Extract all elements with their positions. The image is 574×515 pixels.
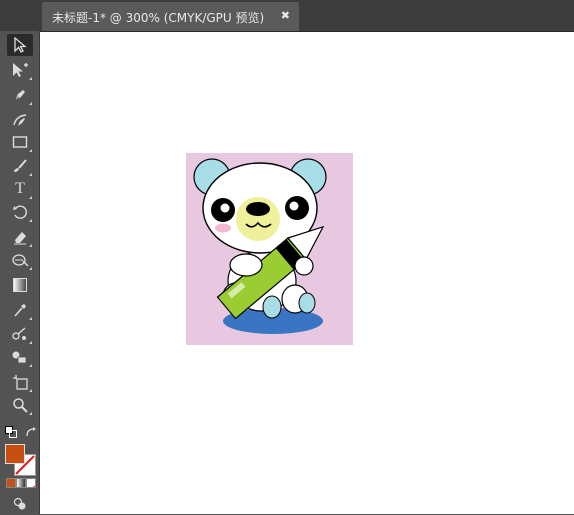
gradient-mode-button[interactable] xyxy=(16,478,26,488)
zoom-tool-icon[interactable] xyxy=(7,394,33,416)
selection-tool-icon[interactable] xyxy=(7,34,33,56)
eraser-tool-icon[interactable] xyxy=(7,226,33,248)
warp-tool-icon[interactable] xyxy=(7,249,33,271)
color-mode-button[interactable] xyxy=(6,478,16,488)
document-tab[interactable]: 未标题-1* @ 300% (CMYK/GPU 预览) ✖ xyxy=(42,2,299,31)
rotate-tool-icon[interactable] xyxy=(7,201,33,223)
document-tab-title: 未标题-1* @ 300% (CMYK/GPU 预览) xyxy=(52,11,265,25)
fill-color-swatch[interactable] xyxy=(5,444,25,464)
shape-builder-tool-icon[interactable] xyxy=(7,346,33,368)
gradient-tool-icon[interactable] xyxy=(7,274,33,296)
curvature-tool-icon[interactable] xyxy=(7,109,33,131)
blend-tool-icon[interactable] xyxy=(7,323,33,345)
artboard-tool-icon[interactable] xyxy=(7,371,33,393)
canvas-area[interactable] xyxy=(40,32,574,514)
eyedropper-tool-icon[interactable] xyxy=(7,299,33,321)
drawing-modes-icon[interactable] xyxy=(13,496,27,510)
direct-selection-tool-icon[interactable] xyxy=(7,59,33,81)
none-mode-button[interactable] xyxy=(26,478,36,488)
paintbrush-tool-icon[interactable] xyxy=(7,155,33,177)
pen-tool-icon[interactable] xyxy=(7,84,33,106)
document-tab-bar: 未标题-1* @ 300% (CMYK/GPU 预览) ✖ xyxy=(0,0,574,32)
type-tool-icon[interactable]: T xyxy=(7,178,33,200)
artwork-bear-with-pencil[interactable] xyxy=(186,153,353,345)
rectangle-tool-icon[interactable] xyxy=(7,131,33,153)
swap-colors-icon[interactable] xyxy=(25,423,37,437)
default-colors-icon[interactable] xyxy=(5,423,17,438)
close-tab-icon[interactable]: ✖ xyxy=(281,9,290,22)
tools-panel: T xyxy=(0,31,40,514)
